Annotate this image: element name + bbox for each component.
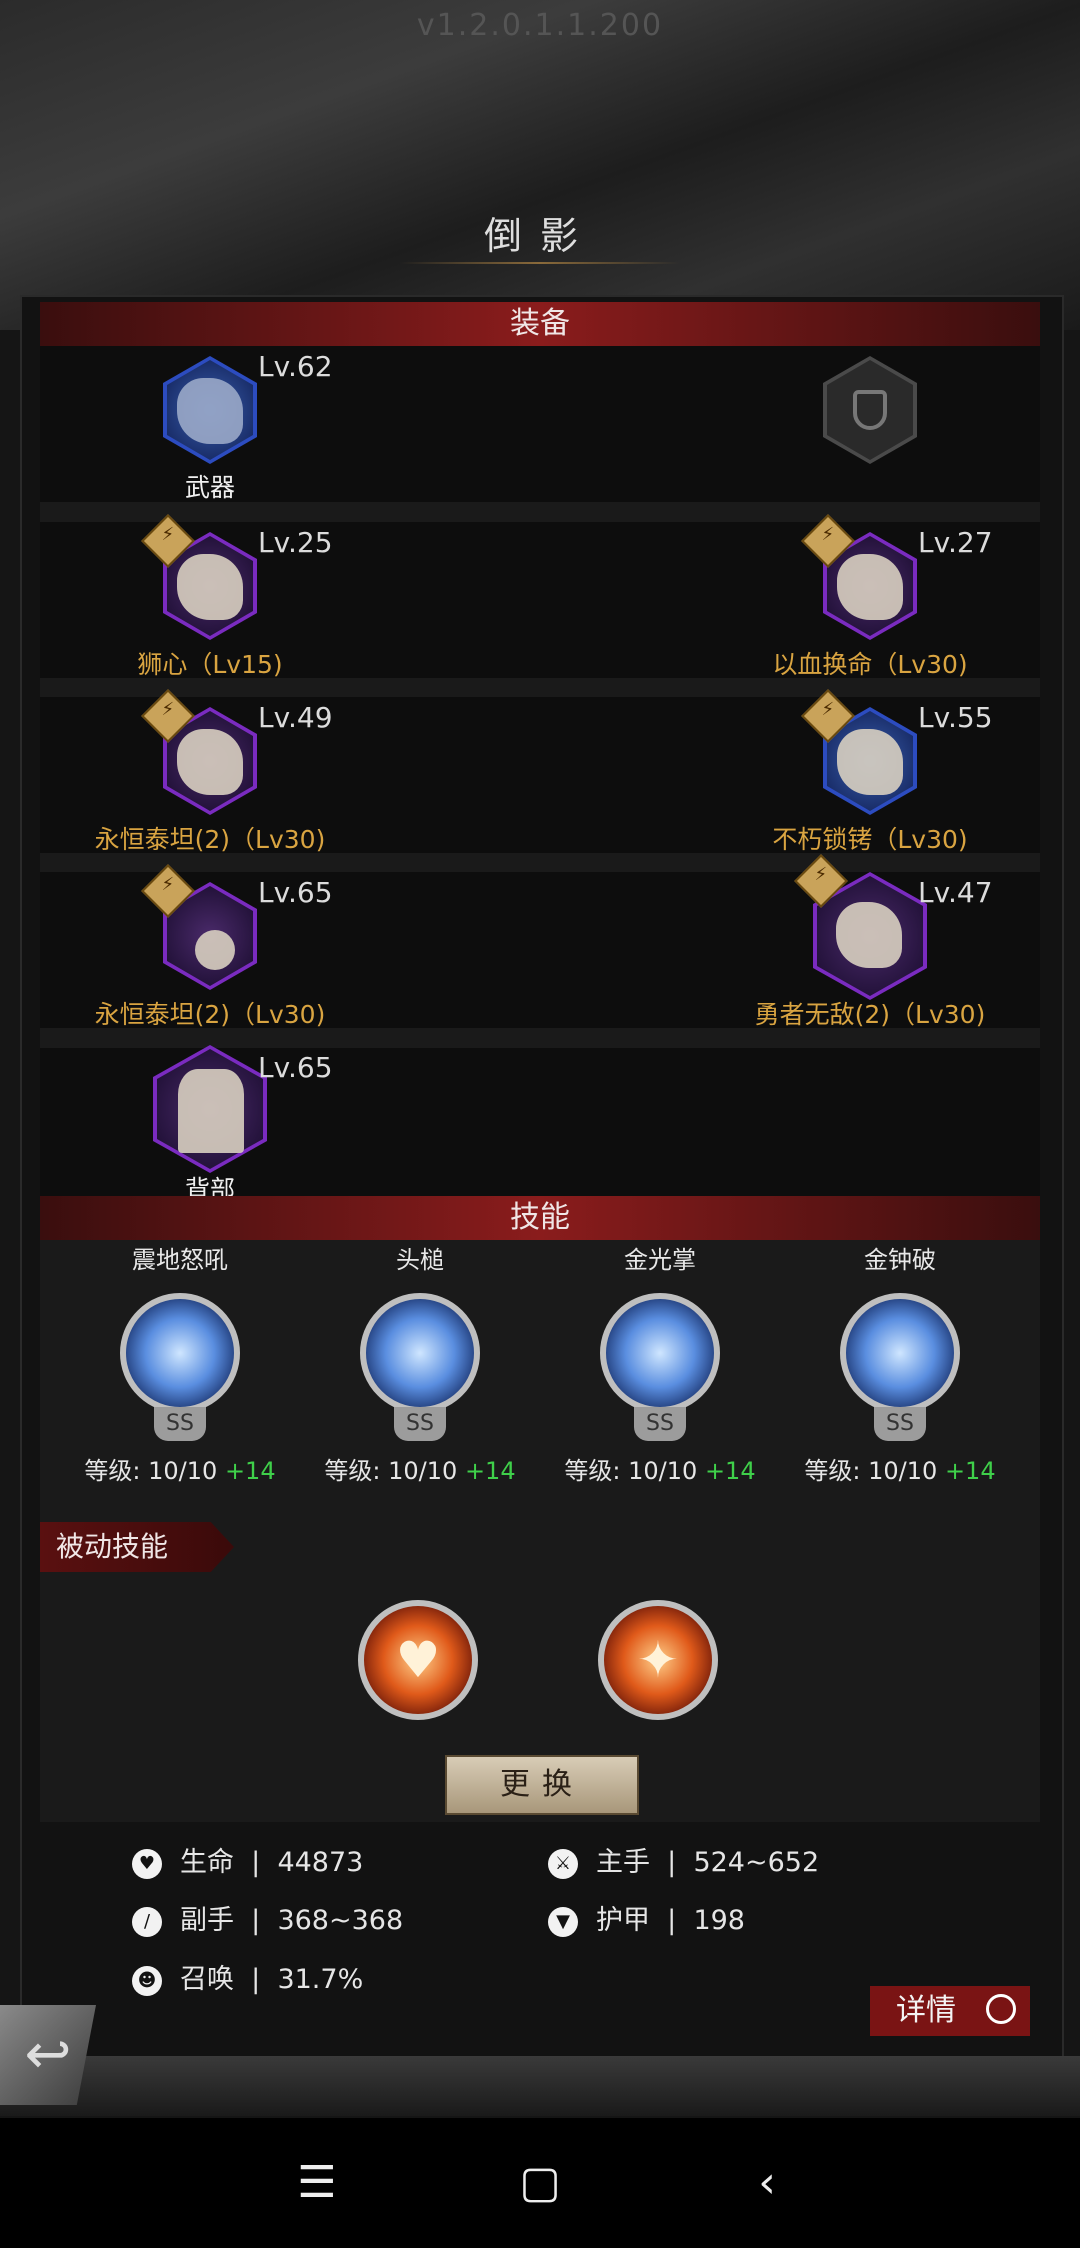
stat-main-hand: ⚔ 主手 | 524~652 xyxy=(548,1840,819,1879)
offhand-slot-empty[interactable] xyxy=(815,356,925,476)
gloves-slot[interactable] xyxy=(141,689,265,827)
skill-level: 等级: 10/10 +14 xyxy=(324,1457,516,1485)
armor-piece-icon xyxy=(837,554,903,620)
skill-card[interactable]: 头槌 SS 等级: 10/10 +14 xyxy=(315,1240,525,1486)
skill-grade: SS xyxy=(154,1407,206,1441)
necklace-icon xyxy=(195,930,235,970)
skill-name: 头槌 xyxy=(396,1246,444,1274)
skills-header: 技能 xyxy=(40,1196,1040,1240)
page-title: 倒影 xyxy=(483,214,596,258)
belt-slot[interactable] xyxy=(794,854,932,1002)
item-label: 永恒泰坦(2)（Lv30) xyxy=(94,825,326,854)
item-label: 不朽锁铐（Lv30) xyxy=(772,825,968,854)
change-button[interactable]: 更换 xyxy=(445,1755,639,1815)
golden-bell-skill-icon xyxy=(840,1293,960,1413)
skill-name: 金钟破 xyxy=(864,1246,936,1274)
home-icon[interactable]: ▢ xyxy=(510,2158,570,2208)
headbutt-skill-icon xyxy=(360,1293,480,1413)
bottom-decoration xyxy=(0,2056,1080,2116)
back-icon[interactable]: ‹ xyxy=(737,2158,797,2208)
chest-slot[interactable] xyxy=(801,514,925,652)
gauntlet-icon xyxy=(177,729,243,795)
skill-grade: SS xyxy=(634,1407,686,1441)
equipment-header: 装备 xyxy=(40,302,1040,346)
title-divider xyxy=(400,262,680,264)
shield-icon xyxy=(853,390,887,430)
back-slot[interactable] xyxy=(148,1045,272,1175)
detail-button[interactable]: 详情 xyxy=(870,1986,1030,2036)
golden-palm-skill-icon xyxy=(600,1293,720,1413)
stat-off-hand: / 副手 | 368~368 xyxy=(132,1898,403,1937)
menu-icon[interactable]: ☰ xyxy=(287,2158,347,2208)
item-level: Lv.47 xyxy=(918,876,993,909)
summon-icon: ☻ xyxy=(132,1965,162,1996)
top-background xyxy=(0,0,1080,330)
axe-icon xyxy=(177,378,243,444)
skill-level: 等级: 10/10 +14 xyxy=(804,1457,996,1485)
item-label: 以血换命（Lv30) xyxy=(772,650,968,679)
detail-label: 详情 xyxy=(896,1993,956,2028)
belt-icon xyxy=(836,902,902,968)
helmet-slot[interactable] xyxy=(141,514,265,652)
item-level: Lv.62 xyxy=(258,350,333,383)
skill-name: 金光掌 xyxy=(624,1246,696,1274)
item-label: 勇者无敌(2)（Lv30) xyxy=(754,1000,986,1029)
hat-icon xyxy=(177,554,243,620)
skill-grade: SS xyxy=(394,1407,446,1441)
item-label: 永恒泰坦(2)（Lv30) xyxy=(94,1000,326,1029)
cape-icon xyxy=(178,1069,244,1153)
stat-hp: ♥ 生命 | 44873 xyxy=(132,1840,363,1879)
item-label: 武器 xyxy=(184,473,235,502)
weapon-slot[interactable] xyxy=(155,356,265,476)
figure-shield-icon[interactable]: ✦ xyxy=(598,1600,718,1720)
boots-icon xyxy=(837,729,903,795)
item-level: Lv.25 xyxy=(258,526,333,559)
item-level: Lv.27 xyxy=(918,526,993,559)
magnifier-icon xyxy=(986,1994,1016,2024)
version-text: v1.2.0.1.1.200 xyxy=(416,8,664,43)
skill-card[interactable]: 金钟破 SS 等级: 10/10 +14 xyxy=(795,1240,1005,1486)
item-level: Lv.55 xyxy=(918,701,993,734)
roar-skill-icon xyxy=(120,1293,240,1413)
skill-card[interactable]: 震地怒吼 SS 等级: 10/10 +14 xyxy=(75,1240,285,1486)
heart-icon: ♥ xyxy=(132,1848,162,1879)
item-label: 背部 xyxy=(184,1175,235,1196)
item-level: Lv.65 xyxy=(258,876,333,909)
stat-summon: ☻ 召唤 | 31.7% xyxy=(132,1957,363,1996)
skill-level: 等级: 10/10 +14 xyxy=(84,1457,276,1485)
sword-icon: ⚔ xyxy=(548,1848,578,1879)
back-label-clip: 背部 xyxy=(40,1170,1040,1196)
dagger-icon: / xyxy=(132,1906,162,1937)
stat-armor: ▼ 护甲 | 198 xyxy=(548,1898,745,1937)
skill-card[interactable]: 金光掌 SS 等级: 10/10 +14 xyxy=(555,1240,765,1486)
item-level: Lv.49 xyxy=(258,701,333,734)
item-level: Lv.65 xyxy=(258,1051,333,1084)
heart-hands-icon[interactable]: ♥ xyxy=(358,1600,478,1720)
necklace-slot[interactable] xyxy=(141,864,265,1002)
skill-name: 震地怒吼 xyxy=(132,1246,228,1274)
armor-icon: ▼ xyxy=(548,1906,578,1937)
boots-slot[interactable] xyxy=(801,689,925,827)
passive-skills-header: 被动技能 xyxy=(40,1522,234,1572)
system-nav-bar: ☰ ▢ ‹ xyxy=(0,2118,1080,2248)
skill-grade: SS xyxy=(874,1407,926,1441)
skill-level: 等级: 10/10 +14 xyxy=(564,1457,756,1485)
item-label: 狮心（Lv15) xyxy=(137,650,283,679)
